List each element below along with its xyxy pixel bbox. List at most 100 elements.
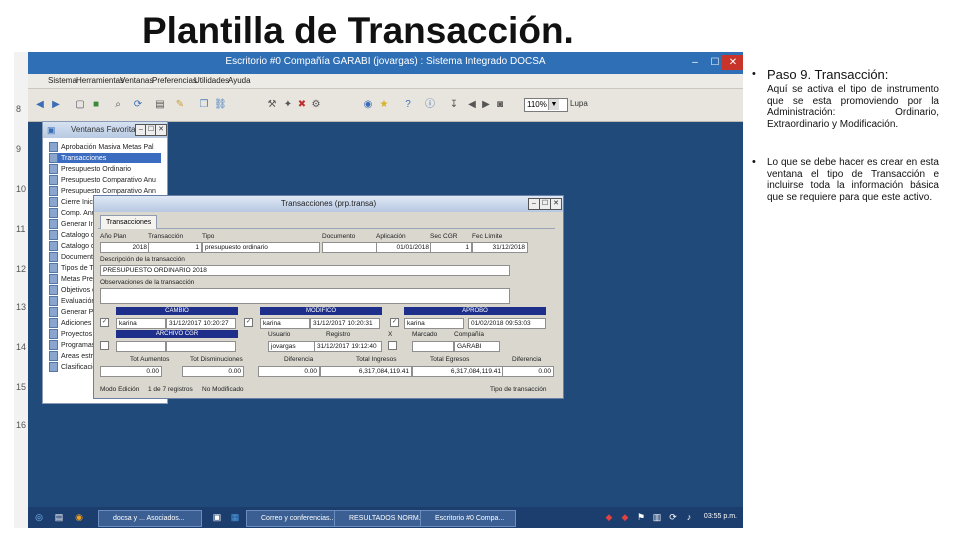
flag-icon[interactable]: ⚑	[636, 512, 646, 522]
archivo-cgr-field[interactable]	[116, 341, 166, 352]
next-icon[interactable]: ▶	[480, 99, 492, 111]
tools-icon[interactable]: ⚒	[266, 99, 278, 111]
browser-icon[interactable]: ◉	[74, 512, 84, 522]
bullet-body: Aquí se activa el tipo de instrumento qu…	[767, 84, 939, 130]
compania-field[interactable]: GARABI	[454, 341, 500, 352]
close-button[interactable]: ✕	[550, 198, 562, 210]
modifico-checkbox[interactable]: ✓	[244, 318, 253, 327]
window-icon	[49, 351, 58, 361]
forward-icon[interactable]: ▶	[50, 99, 62, 111]
app-icon[interactable]: ▣	[212, 512, 222, 522]
prev-icon[interactable]: ◀	[466, 99, 478, 111]
fec-limite-label: Fec Límite	[472, 233, 503, 240]
window-icon	[49, 175, 58, 185]
settings-icon[interactable]: ⚙	[310, 99, 322, 111]
registro-user[interactable]: jovargas	[268, 341, 316, 352]
minimize-button[interactable]: –	[684, 55, 706, 70]
info-icon[interactable]: ⓘ	[424, 99, 436, 111]
favorites-header: ▣ Ventanas Favoritas – ☐ ✕	[43, 122, 167, 138]
favorite-item[interactable]: Presupuesto Ordinario	[49, 164, 161, 174]
modifico-date[interactable]: 31/12/2017 10:20:31	[310, 318, 380, 329]
taskbar-item[interactable]: docsa y ... Asociados...	[98, 510, 202, 527]
fec-limite-field[interactable]: 31/12/2018	[472, 242, 528, 253]
menu-herramientas[interactable]: Herramientas	[76, 76, 124, 85]
lupa-label[interactable]: Lupa	[570, 99, 588, 108]
clock: 03:55 p.m.	[703, 513, 737, 520]
archivo-cgr-date[interactable]	[166, 341, 236, 352]
totals-header: Diferencia	[512, 356, 542, 363]
favorites-title: Ventanas Favoritas	[71, 125, 140, 134]
taskbar-item[interactable]: Correo y conferencias...	[246, 510, 344, 527]
print-icon[interactable]: ▤	[154, 99, 166, 111]
explorer-icon[interactable]: ▤	[54, 512, 64, 522]
x-label: X	[388, 331, 393, 338]
calendar-icon[interactable]: ▦	[230, 512, 240, 522]
wand-icon[interactable]: ✦	[282, 99, 294, 111]
star-icon[interactable]: ★	[378, 99, 390, 111]
favorite-item-selected[interactable]: Transacciones	[49, 153, 161, 163]
documento-field[interactable]	[322, 242, 378, 253]
menu-ayuda[interactable]: Ayuda	[228, 76, 251, 85]
attach-icon[interactable]: ✎	[174, 99, 186, 111]
tab-transacciones[interactable]: Transacciones	[100, 215, 158, 229]
aprobo-checkbox[interactable]: ✓	[390, 318, 399, 327]
observaciones-label: Observaciones de la transacción	[100, 279, 195, 286]
registro-date[interactable]: 31/12/2017 19:12:40	[314, 341, 382, 352]
back-icon[interactable]: ◀	[34, 99, 46, 111]
window-icon	[49, 142, 58, 152]
zoom-select[interactable]: 110%	[524, 98, 568, 112]
taskbar-item[interactable]: Escritorio #0 Compa...	[420, 510, 516, 527]
anio-field[interactable]: 2018	[100, 242, 150, 253]
close-button[interactable]: ✕	[722, 55, 743, 70]
delete-icon[interactable]: ✖	[296, 99, 308, 111]
menu-sistema[interactable]: Sistema	[48, 76, 77, 85]
help-icon[interactable]: ?	[402, 99, 414, 111]
observaciones-field[interactable]	[100, 288, 510, 304]
export-icon[interactable]: ↧	[448, 99, 460, 111]
archivo-cgr-checkbox[interactable]	[100, 341, 109, 350]
transaction-window-title: Transacciones (prp.transa) – ☐ ✕	[94, 196, 563, 212]
volume-icon[interactable]: ♪	[684, 512, 694, 522]
copy-icon[interactable]: ❐	[198, 99, 210, 111]
tipo-label: Tipo	[202, 233, 215, 240]
window-icon	[49, 197, 58, 207]
tray-icon[interactable]: ◆	[620, 512, 630, 522]
taskbar-item[interactable]: RESULTADOS NORM...	[334, 510, 432, 527]
menu-preferencias[interactable]: Preferencias	[152, 76, 197, 85]
sec-cgr-field[interactable]: 1	[430, 242, 472, 253]
save-icon[interactable]: ■	[90, 99, 102, 111]
start-icon[interactable]: ◎	[34, 512, 44, 522]
tipo-select[interactable]: presupuesto ordinario	[202, 242, 320, 253]
aprobo-user[interactable]: karina	[404, 318, 464, 329]
aprobo-date[interactable]: 01/02/2018 09:53:03	[468, 318, 546, 329]
tray-icon[interactable]: ◆	[604, 512, 614, 522]
chevron-down-icon[interactable]: ▼	[548, 99, 559, 110]
sync-icon[interactable]: ⟳	[668, 512, 678, 522]
refresh-icon[interactable]: ⟳	[132, 99, 144, 111]
favorite-item[interactable]: Aprobación Masiva Metas Pal	[49, 142, 161, 152]
cambio-date[interactable]: 31/12/2017 10:20:27	[166, 318, 236, 329]
network-icon[interactable]: ▥	[652, 512, 662, 522]
line-number: 15	[16, 382, 27, 392]
descripcion-field[interactable]: PRESUPUESTO ORDINARIO 2018	[100, 265, 510, 276]
totals-header: Tot Aumentos	[130, 356, 170, 363]
line-number: 14	[16, 342, 27, 352]
marcado-checkbox[interactable]	[388, 341, 397, 350]
cambio-user[interactable]: karina	[116, 318, 166, 329]
menu-utilidades[interactable]: Utilidades	[194, 76, 229, 85]
globe-icon[interactable]: ◉	[362, 99, 374, 111]
menu-ventanas[interactable]: Ventanas	[120, 76, 153, 85]
cambio-checkbox[interactable]: ✓	[100, 318, 109, 327]
line-number: 10	[16, 184, 27, 194]
find-icon[interactable]: ⌕	[112, 99, 124, 111]
transaccion-field[interactable]: 1	[148, 242, 202, 253]
favorite-item[interactable]: Presupuesto Comparativo Anu	[49, 175, 161, 185]
aplicacion-field[interactable]: 01/01/2018	[376, 242, 432, 253]
modifico-user[interactable]: karina	[260, 318, 310, 329]
camera-icon[interactable]: ◙	[494, 99, 506, 111]
status-modified: No Modificado	[202, 386, 244, 393]
link-icon[interactable]: ⛓	[214, 99, 227, 111]
new-icon[interactable]: ▢	[74, 99, 86, 111]
close-button[interactable]: ✕	[155, 124, 167, 136]
marcado-field[interactable]	[412, 341, 454, 352]
